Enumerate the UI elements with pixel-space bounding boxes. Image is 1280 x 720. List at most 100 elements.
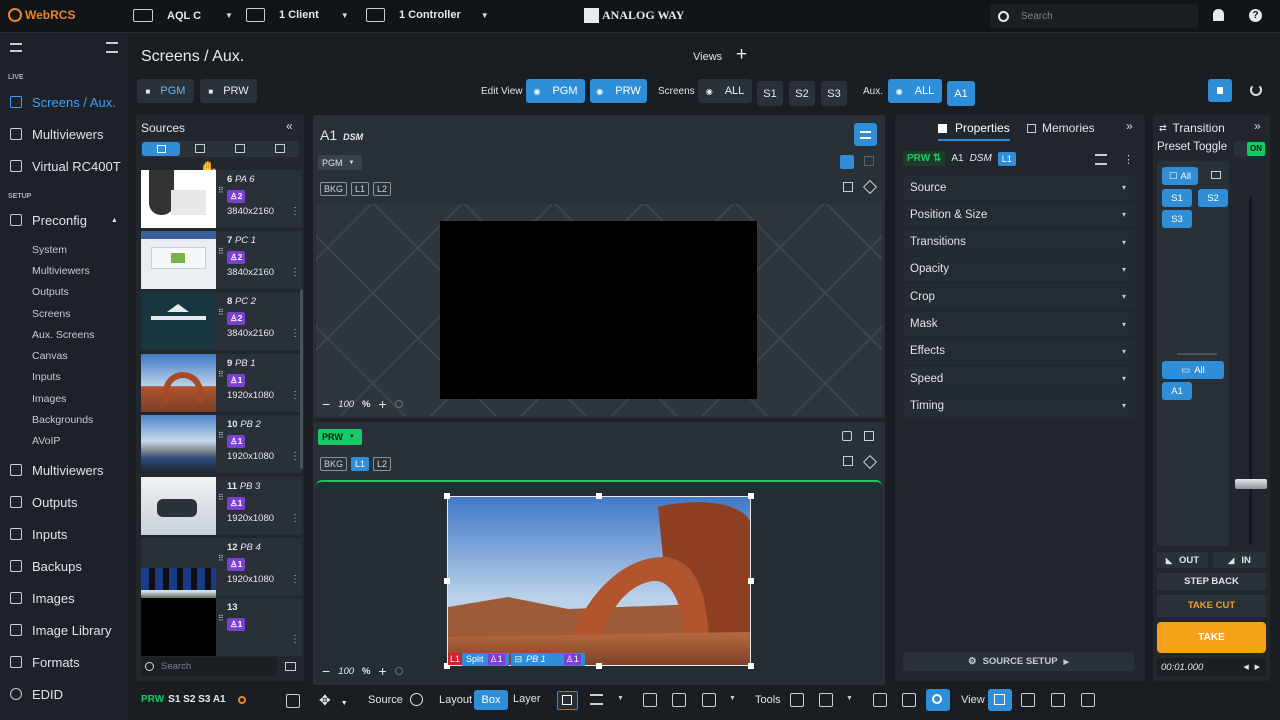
transition-duration[interactable]: 00:01.000 ◀ ▶ — [1157, 658, 1266, 676]
box-mode-button[interactable]: Box — [474, 690, 508, 710]
property-section-effects[interactable]: Effects — [903, 338, 1135, 364]
zoom-in-button[interactable]: + — [379, 396, 387, 412]
out-button[interactable]: ◣ OUT — [1157, 552, 1208, 568]
pgm-lock-icon[interactable] — [840, 155, 854, 169]
property-section-mask[interactable]: Mask — [903, 311, 1135, 337]
filter-images-icon[interactable] — [195, 144, 205, 153]
sidebar-item-inputs[interactable]: Inputs — [0, 518, 128, 550]
sources-scrollbar[interactable] — [300, 289, 303, 469]
expand-transition-icon[interactable]: » — [1254, 119, 1261, 133]
expand-icon[interactable] — [643, 693, 657, 707]
center-icon[interactable] — [672, 693, 686, 707]
screen-s1-button[interactable]: S1 — [757, 81, 783, 106]
pgm-dropdown[interactable]: PGM ▼ — [318, 155, 362, 170]
source-item[interactable]: ⠿ 13 ♙1 ⋮ — [141, 598, 302, 656]
pgm-l2-tag[interactable]: L2 — [373, 182, 392, 196]
sidebar-item-images[interactable]: Images — [0, 582, 128, 614]
step-back-button[interactable]: STEP BACK — [1157, 573, 1266, 590]
property-section-crop[interactable]: Crop — [903, 284, 1135, 310]
source-item[interactable]: ⠿ 9 PB 1 ♙1 1920x1080 ⋮ — [141, 354, 302, 412]
sidebar-item-screens-aux[interactable]: Screens / Aux. — [0, 86, 128, 118]
app-logo[interactable]: WebRCS — [8, 8, 75, 22]
aux-all-button[interactable]: ◉ ALL — [888, 79, 942, 103]
copy-layer-icon[interactable] — [286, 694, 300, 708]
sidebar-item-multiviewers-live[interactable]: Multiviewers — [0, 118, 128, 150]
align-center-icon[interactable] — [590, 694, 603, 705]
pgm-grid-icon[interactable] — [864, 156, 874, 166]
preconfig-item-aux-screens[interactable]: Aux. Screens — [0, 324, 128, 345]
sources-view-toggle-icon[interactable] — [285, 662, 296, 671]
view-split-vertical-icon[interactable] — [1021, 693, 1035, 707]
screens-grid-icon[interactable] — [1211, 171, 1221, 179]
camera-toggle-button[interactable] — [1208, 79, 1232, 102]
resize-handle-br[interactable] — [748, 663, 754, 669]
trans-s2[interactable]: S2 — [1198, 189, 1228, 207]
collapse-sources-icon[interactable]: « — [286, 119, 293, 133]
prw-grid-icon[interactable] — [864, 431, 874, 441]
more-vert-icon[interactable]: ⋮ — [1123, 153, 1134, 166]
filter-backgrounds-icon[interactable] — [235, 144, 245, 153]
drag-handle-icon[interactable]: ⠿ — [218, 614, 224, 623]
source-item[interactable]: ⠿ 11 PB 3 ♙1 1920x1080 ⋮ — [141, 477, 302, 535]
copy-icon[interactable] — [843, 456, 853, 466]
copy-icon[interactable] — [843, 182, 853, 192]
preconfig-item-canvas[interactable]: Canvas — [0, 345, 128, 366]
preconfig-item-screens[interactable]: Screens — [0, 303, 128, 324]
filter-layout-icon[interactable] — [275, 144, 285, 153]
prw-layer-l1[interactable] — [447, 496, 751, 666]
sidebar-item-formats[interactable]: Formats — [0, 646, 128, 678]
resize-handle-tl[interactable] — [444, 493, 450, 499]
zoom-reset-icon[interactable] — [394, 667, 403, 675]
preset-toggle-switch[interactable]: ON — [1234, 141, 1266, 157]
chevron-down-icon[interactable]: ▼ — [846, 695, 853, 702]
source-item[interactable]: ⠿ 6 PA 6 ♙2 3840x2160 ⋮ — [141, 170, 302, 228]
prw-lock-icon[interactable] — [842, 431, 852, 441]
resize-handle-tc[interactable] — [596, 493, 602, 499]
drag-handle-icon[interactable]: ⠿ — [218, 431, 224, 440]
source-setup-button[interactable]: ⚙ SOURCE SETUP ▶ — [903, 652, 1134, 671]
expand-properties-icon[interactable]: » — [1126, 119, 1133, 133]
fit-tool-button[interactable] — [557, 691, 578, 710]
sidebar-item-edid[interactable]: EDID — [0, 678, 128, 710]
align-icon[interactable] — [1095, 154, 1107, 165]
sidebar-item-multiviewers[interactable]: Multiviewers — [0, 454, 128, 486]
prw-dropdown[interactable]: PRW ▼ — [318, 429, 362, 445]
drag-handle-icon[interactable]: ⠿ — [218, 308, 224, 317]
search-tool-button[interactable] — [926, 689, 950, 711]
property-section-timing[interactable]: Timing — [903, 393, 1135, 419]
more-vert-icon[interactable]: ⋮ — [290, 574, 300, 585]
preconfig-item-multiviewers[interactable]: Multiviewers — [0, 260, 128, 281]
crop-icon[interactable] — [702, 693, 716, 707]
chevron-down-icon[interactable]: ▼ — [617, 695, 624, 702]
refresh-icon[interactable] — [1250, 84, 1262, 96]
source-item[interactable]: ⠿ 12 PB 4 ♙1 1920x1080 ⋮ — [141, 538, 302, 626]
pgm-l1-tag[interactable]: L1 — [351, 182, 370, 196]
move-tool-button[interactable]: ✥ ▼ — [319, 692, 348, 709]
trans-all-aux[interactable]: ▭ All — [1162, 361, 1224, 379]
property-section-speed[interactable]: Speed — [903, 366, 1135, 392]
tab-memories[interactable]: Memories — [1027, 121, 1095, 135]
controller-selector[interactable]: 1 Controller ▼ — [366, 8, 489, 22]
global-search[interactable]: Search — [990, 4, 1198, 28]
drag-handle-icon[interactable]: ⠿ — [218, 554, 224, 563]
resize-handle-ml[interactable] — [444, 578, 450, 584]
t-bar-handle[interactable] — [1235, 479, 1267, 489]
trans-s3[interactable]: S3 — [1162, 210, 1192, 228]
prw-lock-button[interactable]: ■ PRW — [200, 79, 257, 103]
view-split-horizontal-icon[interactable] — [1051, 693, 1065, 707]
safe-area-icon[interactable] — [873, 693, 887, 707]
no-source-icon[interactable] — [410, 693, 423, 706]
drag-handle-icon[interactable]: ⠿ — [218, 186, 224, 195]
menu-icon[interactable] — [10, 43, 22, 52]
prw-l2-tag[interactable]: L2 — [373, 457, 392, 471]
client-selector[interactable]: 1 Client ▼ — [246, 8, 349, 22]
prw-bkg-tag[interactable]: BKG — [320, 457, 348, 471]
sources-search[interactable]: Search — [141, 657, 277, 676]
preconfig-item-images[interactable]: Images — [0, 388, 128, 409]
property-section-position-size[interactable]: Position & Size — [903, 202, 1135, 228]
preconfig-item-system[interactable]: System — [0, 239, 128, 260]
resize-handle-tr[interactable] — [748, 493, 754, 499]
preconfig-item-inputs[interactable]: Inputs — [0, 367, 128, 388]
trans-a1[interactable]: A1 — [1162, 382, 1192, 400]
pgm-lock-button[interactable]: ■ PGM — [137, 79, 194, 103]
